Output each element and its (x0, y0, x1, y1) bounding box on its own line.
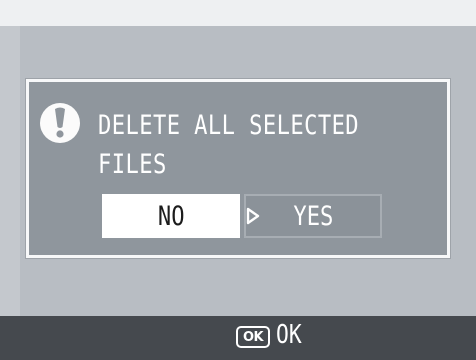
delete-confirm-dialog: DELETE ALL SELECTED FILES NO YES (26, 79, 450, 258)
camera-screen: DELETE ALL SELECTED FILES NO YES OK OK (0, 0, 476, 360)
no-button[interactable]: NO (102, 194, 240, 238)
top-strip (0, 0, 476, 26)
yes-button[interactable]: YES (244, 194, 382, 238)
ok-action-label: OK (276, 320, 302, 350)
dialog-message-line2: FILES (98, 149, 167, 180)
ok-key-label: OK (242, 329, 264, 345)
triangle-right-icon (246, 207, 260, 225)
exclamation-icon (40, 103, 80, 143)
no-button-label: NO (157, 200, 185, 232)
ok-key-icon[interactable]: OK (236, 326, 270, 348)
yes-button-label: YES (292, 200, 334, 232)
dialog-message-line1: DELETE ALL SELECTED (98, 110, 360, 141)
left-frame (0, 26, 20, 316)
